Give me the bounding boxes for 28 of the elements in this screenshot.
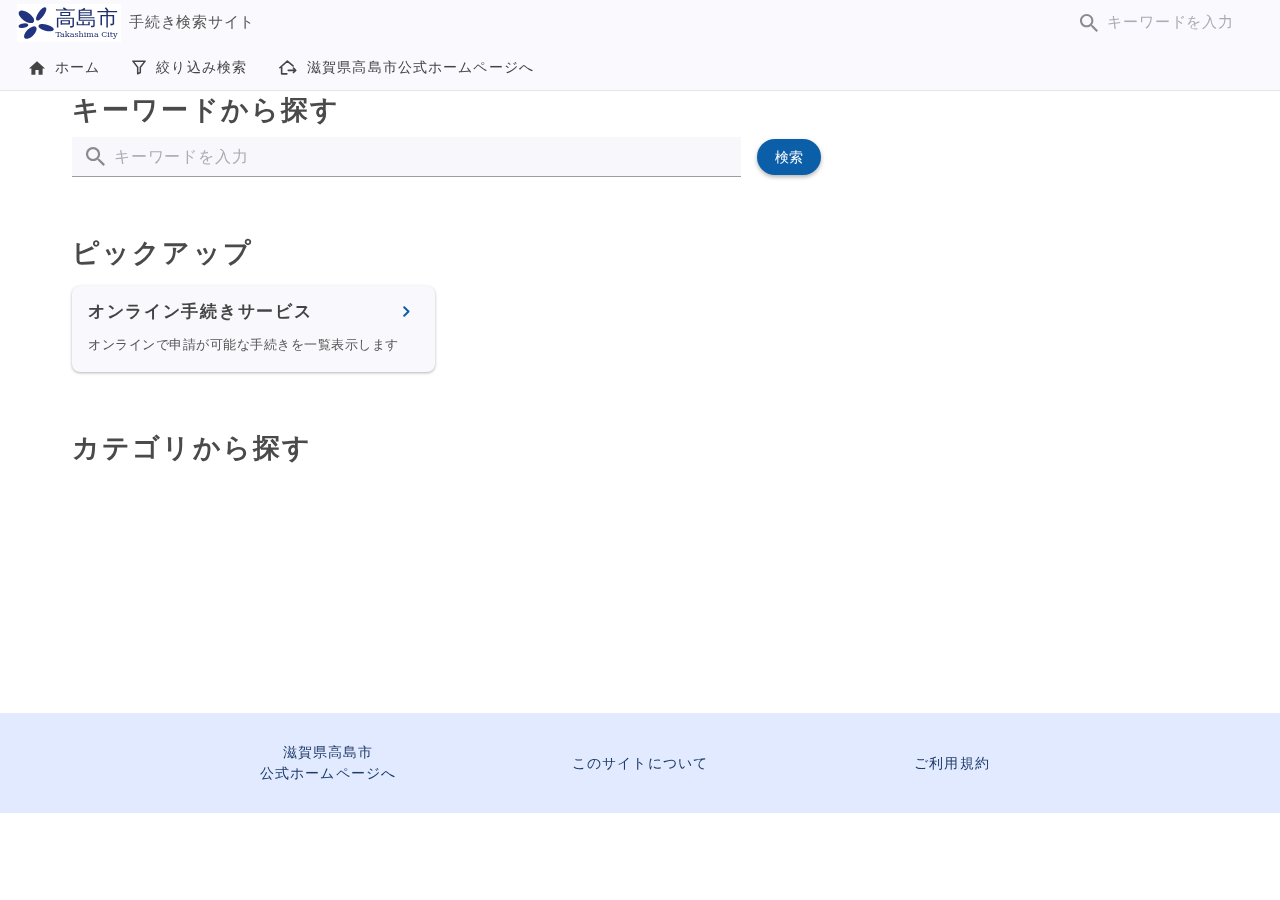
search-button[interactable]: 検索 [757, 139, 821, 175]
footer-link[interactable]: 公式ホームページへ [259, 763, 397, 784]
card-description: オンラインで申請が可能な手続きを一覧表示します [88, 336, 399, 354]
search-icon [86, 147, 105, 166]
pickup-card[interactable]: オンライン手続きサービス オンラインで申請が可能な手続きを一覧表示します [72, 286, 435, 372]
logo-subtitle: Takashima City [55, 30, 118, 40]
section-heading: ピックアップ [72, 236, 253, 270]
nav-link[interactable]: 絞り込み検索 [120, 50, 260, 85]
search-input[interactable]: キーワードを入力 [1107, 11, 1239, 34]
nav-link[interactable]: ホーム [17, 50, 113, 85]
section-heading: カテゴリから探す [72, 431, 313, 465]
footer-link[interactable]: 滋賀県高島市 [282, 742, 374, 763]
flower-logo-icon [18, 6, 54, 40]
footer-link[interactable]: ご利用規約 [914, 752, 990, 774]
logo-text: 高島市 [55, 6, 118, 30]
section-heading: キーワードから探す [72, 93, 341, 127]
card-title: オンライン手続きサービス [88, 300, 313, 323]
search-field[interactable]: キーワードを入力 [72, 137, 741, 177]
nav-link[interactable]: 滋賀県高島市公式ホームページへ [267, 50, 546, 85]
chevron-right-icon [403, 305, 410, 317]
search-input[interactable]: キーワードを入力 [114, 144, 741, 169]
site-title: 手続き検索サイト [129, 12, 255, 34]
logo[interactable]: 高島市 Takashima City [17, 4, 121, 42]
home-icon [29, 60, 45, 75]
house-arrow-icon [279, 60, 298, 75]
footer-link[interactable]: このサイトについて [571, 752, 709, 774]
search-icon [1080, 13, 1098, 32]
filter-icon [132, 60, 147, 75]
